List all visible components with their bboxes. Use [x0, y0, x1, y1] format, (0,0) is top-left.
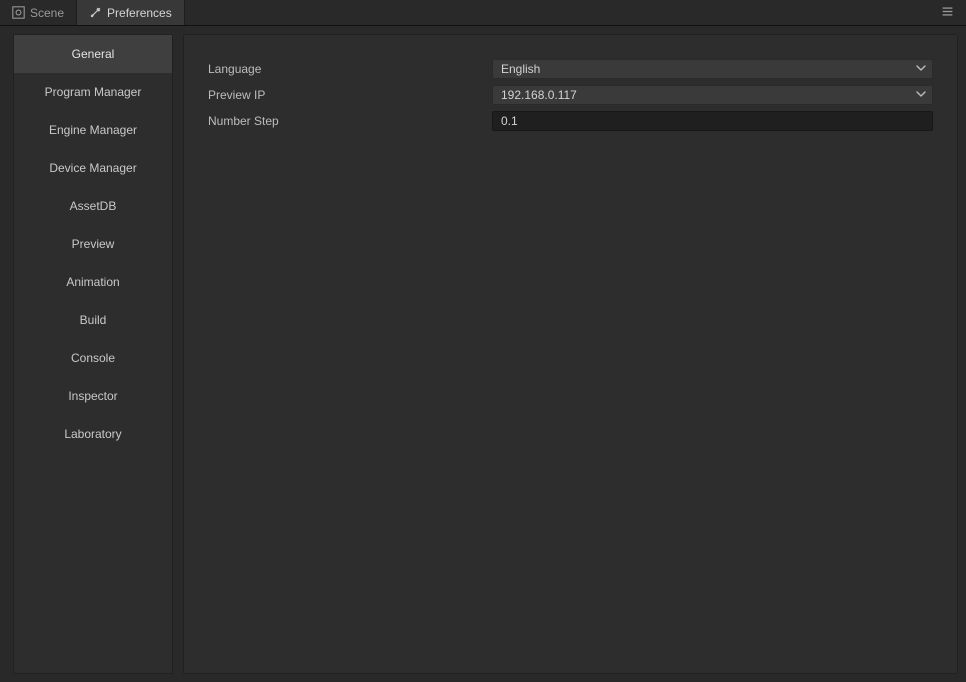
- field-label-number-step: Number Step: [208, 114, 480, 128]
- panel-menu-icon[interactable]: [937, 1, 958, 25]
- sidebar-item-device-manager[interactable]: Device Manager: [14, 149, 172, 187]
- sidebar-item-program-manager[interactable]: Program Manager: [14, 73, 172, 111]
- language-value: English: [501, 62, 540, 76]
- scene-icon: [12, 6, 25, 19]
- field-language: Language English: [208, 59, 933, 79]
- number-step-input[interactable]: [501, 114, 924, 128]
- chevron-down-icon: [916, 88, 926, 102]
- sidebar-item-console[interactable]: Console: [14, 339, 172, 377]
- field-number-step: Number Step: [208, 111, 933, 131]
- preferences-panel: General Program Manager Engine Manager D…: [0, 26, 966, 682]
- sidebar-item-label: AssetDB: [70, 199, 117, 213]
- sidebar-item-general[interactable]: General: [14, 35, 172, 73]
- sidebar-item-laboratory[interactable]: Laboratory: [14, 415, 172, 453]
- sidebar-item-label: Laboratory: [64, 427, 121, 441]
- tabbar: Scene Preferences: [0, 0, 966, 26]
- sidebar-item-label: Preview: [72, 237, 115, 251]
- sidebar-item-inspector[interactable]: Inspector: [14, 377, 172, 415]
- sidebar-item-build[interactable]: Build: [14, 301, 172, 339]
- sidebar-item-animation[interactable]: Animation: [14, 263, 172, 301]
- sidebar-item-label: Program Manager: [45, 85, 142, 99]
- sidebar-item-label: Console: [71, 351, 115, 365]
- field-preview-ip: Preview IP 192.168.0.117: [208, 85, 933, 105]
- sidebar-item-label: Inspector: [68, 389, 117, 403]
- language-select[interactable]: English: [492, 59, 933, 79]
- sidebar-item-label: Animation: [66, 275, 119, 289]
- number-step-input-wrapper: [492, 111, 933, 131]
- chevron-down-icon: [916, 62, 926, 76]
- sidebar-item-label: General: [72, 47, 115, 61]
- sidebar-item-label: Device Manager: [49, 161, 136, 175]
- field-label-preview-ip: Preview IP: [208, 88, 480, 102]
- preferences-sidebar: General Program Manager Engine Manager D…: [13, 34, 173, 674]
- tab-label: Scene: [30, 6, 64, 20]
- tab-scene[interactable]: Scene: [0, 0, 77, 25]
- sidebar-item-preview[interactable]: Preview: [14, 225, 172, 263]
- tools-icon: [89, 6, 102, 19]
- tab-preferences[interactable]: Preferences: [77, 0, 185, 25]
- field-label-language: Language: [208, 62, 480, 76]
- sidebar-item-label: Engine Manager: [49, 123, 137, 137]
- tab-label: Preferences: [107, 6, 172, 20]
- preview-ip-value: 192.168.0.117: [501, 88, 577, 102]
- preferences-main: Language English Preview IP 192.168.0.11…: [183, 34, 958, 674]
- sidebar-item-assetdb[interactable]: AssetDB: [14, 187, 172, 225]
- sidebar-item-label: Build: [80, 313, 107, 327]
- sidebar-item-engine-manager[interactable]: Engine Manager: [14, 111, 172, 149]
- preview-ip-select[interactable]: 192.168.0.117: [492, 85, 933, 105]
